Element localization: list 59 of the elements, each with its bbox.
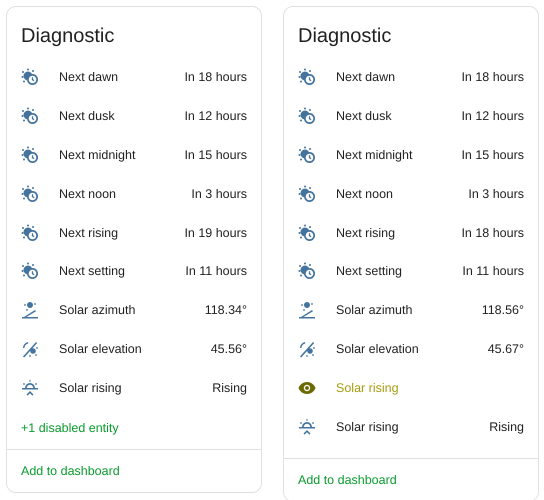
entity-state: Rising	[212, 380, 247, 395]
entity-name[interactable]: Next setting	[59, 264, 186, 278]
entity-name[interactable]: Next rising	[336, 226, 462, 240]
entity-name[interactable]: Next noon	[59, 186, 192, 201]
entity-state: Rising	[489, 420, 524, 434]
entity-state: In 18 hours	[461, 70, 524, 84]
entity-name[interactable]: Next setting	[336, 264, 462, 278]
sun-clock-icon	[21, 146, 39, 164]
sun-angle-icon	[298, 340, 316, 358]
sun-clock-icon	[21, 107, 39, 126]
entity-state: In 3 hours	[191, 186, 247, 201]
sun-clock-icon	[21, 68, 39, 86]
add-to-dashboard-button[interactable]: Add to dashboard	[298, 472, 397, 487]
sunrise-icon	[298, 418, 316, 436]
entity-name[interactable]: Solar azimuth	[336, 303, 482, 318]
entity-name[interactable]: Next dusk	[336, 109, 462, 124]
entity-state: In 12 hours	[461, 109, 524, 124]
add-to-dashboard-button[interactable]: Add to dashboard	[21, 464, 120, 478]
sun-clock-icon	[21, 184, 39, 203]
eye-icon	[298, 382, 316, 394]
entity-name[interactable]: Solar elevation	[59, 342, 211, 356]
sun-clock-icon	[298, 224, 316, 242]
entity-name[interactable]: Next midnight	[59, 148, 184, 162]
entity-state: In 18 hours	[184, 70, 247, 84]
entity-state: In 11 hours	[462, 264, 524, 278]
card-title: Diagnostic	[297, 24, 392, 49]
entity-state: 118.34°	[204, 303, 247, 318]
entity-state: In 15 hours	[461, 148, 524, 162]
sun-clock-icon	[298, 184, 316, 203]
sunrise-icon	[21, 378, 39, 397]
card-title: Diagnostic	[20, 24, 116, 49]
sun-angle-icon	[21, 340, 39, 358]
entity-name[interactable]: Solar elevation	[336, 342, 488, 356]
sun-angle-icon	[298, 301, 316, 320]
entity-name[interactable]: Next noon	[336, 186, 468, 201]
entity-name[interactable]: Next rising	[59, 226, 184, 240]
entity-state: In 18 hours	[461, 226, 524, 240]
sun-angle-icon	[21, 301, 39, 320]
sun-clock-icon	[298, 262, 316, 280]
entity-state: In 15 hours	[184, 148, 247, 162]
entity-name[interactable]: Next midnight	[336, 148, 462, 162]
sun-clock-icon	[21, 262, 39, 280]
entity-name[interactable]: Next dusk	[59, 109, 184, 124]
entity-state: In 19 hours	[184, 226, 247, 240]
entity-state: 45.67°	[488, 342, 524, 356]
entity-name[interactable]: Next dawn	[59, 70, 184, 84]
entity-name[interactable]: Solar azimuth	[59, 303, 205, 318]
sun-clock-icon	[298, 146, 316, 164]
entity-name[interactable]: Solar rising	[59, 380, 212, 395]
sun-clock-icon	[21, 224, 39, 242]
entity-name[interactable]: Next dawn	[336, 70, 462, 84]
entity-state: In 11 hours	[185, 264, 247, 278]
sun-clock-icon	[298, 68, 316, 86]
entity-name[interactable]: Solar rising	[336, 420, 490, 434]
entity-state: 118.56°	[482, 303, 524, 318]
sun-clock-icon	[298, 107, 316, 126]
entity-state: In 12 hours	[184, 109, 247, 124]
entity-state: In 3 hours	[468, 186, 524, 201]
entity-state: 45.56°	[210, 342, 247, 356]
